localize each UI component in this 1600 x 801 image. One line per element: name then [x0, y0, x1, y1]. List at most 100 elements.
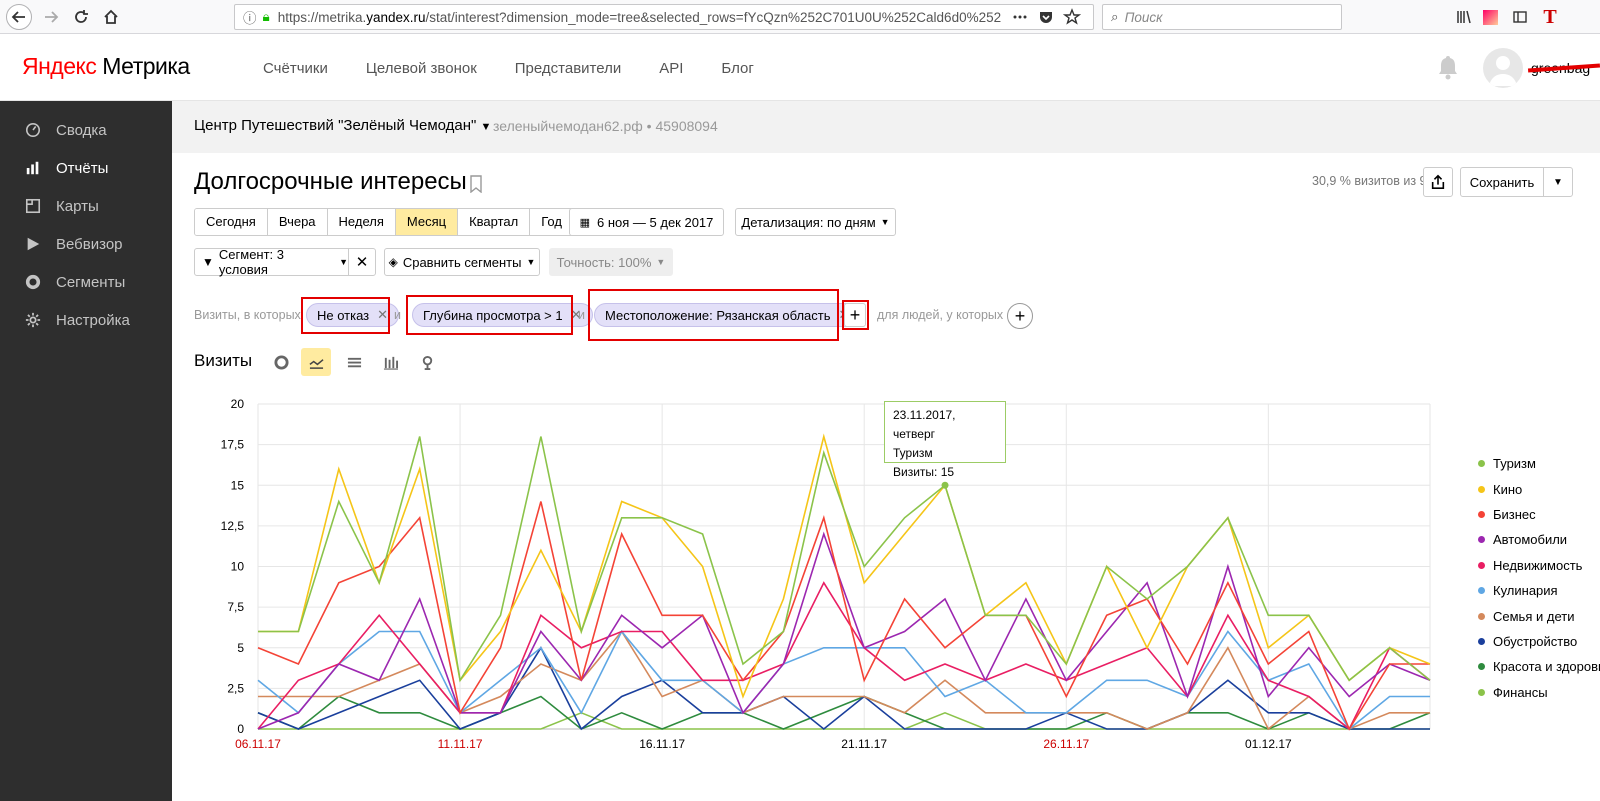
- tooltip-series: Туризм: [893, 446, 933, 460]
- counter-selector[interactable]: Центр Путешествий "Зелёный Чемодан" ▼: [194, 117, 491, 134]
- period-quarter[interactable]: Квартал: [458, 209, 531, 235]
- legend-item[interactable]: Бизнес: [1478, 502, 1600, 527]
- legend-dot: [1478, 510, 1485, 518]
- page-title: Долгосрочные интересы: [194, 168, 467, 195]
- lock-icon: 🔒︎: [262, 9, 270, 24]
- sidebar-item-maps[interactable]: Карты: [0, 187, 172, 225]
- date-range-label: 6 ноя — 5 дек 2017: [597, 214, 714, 230]
- counter-name: Центр Путешествий "Зелёный Чемодан": [194, 117, 477, 134]
- save-button[interactable]: Сохранить: [1460, 167, 1544, 197]
- legend-label: Красота и здоровье: [1493, 659, 1600, 675]
- app-header: Яндекс Метрика Счётчики Целевой звонок П…: [0, 34, 1600, 101]
- add-people-condition-button[interactable]: +: [1007, 303, 1033, 329]
- detail-dropdown[interactable]: Детализация: по дням ▼: [735, 208, 896, 236]
- browser-toolbar: ⓘ 🔒︎ https://metrika. yandex.ru/stat/inte…: [0, 0, 1600, 34]
- legend-item[interactable]: Семья и дети: [1478, 603, 1600, 628]
- legend-dot: [1478, 460, 1485, 468]
- avatar[interactable]: [1483, 48, 1523, 88]
- legend-label: Обустройство: [1493, 633, 1578, 649]
- detail-label: Детализация: по дням: [741, 214, 876, 230]
- legend-item[interactable]: Автомобили: [1478, 527, 1600, 552]
- search-placeholder: Поиск: [1124, 9, 1163, 25]
- period-year[interactable]: Год: [530, 209, 573, 235]
- nav-counters[interactable]: Счётчики: [263, 60, 328, 77]
- sidebar-item-segments[interactable]: Сегменты: [0, 263, 172, 301]
- bookmark-icon[interactable]: [469, 175, 483, 194]
- filter-icon: ▼: [202, 255, 214, 269]
- save-options-button[interactable]: ▼: [1543, 167, 1573, 197]
- accuracy-dropdown[interactable]: Точность: 100% ▼: [549, 248, 673, 276]
- reload-icon[interactable]: [68, 4, 94, 30]
- accuracy-label: Точность: 100%: [556, 254, 652, 270]
- library-icon[interactable]: [1454, 4, 1474, 30]
- legend-label: Финансы: [1493, 684, 1548, 700]
- column-chart-icon[interactable]: [375, 348, 405, 376]
- tooltip-date: 23.11.2017, четверг: [893, 408, 956, 441]
- chevron-down-icon: ▼: [1553, 176, 1563, 188]
- legend-item[interactable]: Кулинария: [1478, 578, 1600, 603]
- filter-and: и: [394, 308, 401, 322]
- search-input[interactable]: ⌕ Поиск: [1102, 4, 1342, 30]
- date-range-button[interactable]: ▦ 6 ноя — 5 дек 2017: [569, 208, 724, 236]
- sidebar: Сводка Отчёты Карты Вебвизор Сегменты На…: [0, 101, 172, 801]
- chart-legend: Туризм Кино Бизнес Автомобили Недвижимость Ку…: [1478, 451, 1600, 705]
- info-icon[interactable]: ⓘ: [243, 7, 257, 27]
- period-month[interactable]: Месяц: [395, 209, 459, 235]
- nav-representatives[interactable]: Представители: [515, 60, 621, 77]
- period-today[interactable]: Сегодня: [195, 209, 268, 235]
- t-extension-icon[interactable]: T: [1540, 4, 1560, 30]
- sidebar-item-label: Карты: [56, 197, 99, 215]
- legend-label: Семья и дети: [1493, 608, 1575, 624]
- forward-arrow-icon[interactable]: [38, 4, 64, 30]
- export-icon: [1431, 174, 1445, 190]
- bookmark-star-icon[interactable]: [1062, 4, 1082, 30]
- sidebar-item-settings[interactable]: Настройка: [0, 301, 172, 339]
- clear-segment-button[interactable]: ✕: [348, 248, 376, 276]
- legend-item[interactable]: Красота и здоровье: [1478, 654, 1600, 679]
- pie-chart-icon[interactable]: [266, 348, 296, 376]
- legend-label: Недвижимость: [1493, 557, 1583, 573]
- sidebar-toggle-icon[interactable]: [1510, 4, 1530, 30]
- nav-api[interactable]: API: [659, 60, 683, 77]
- highlight-box: [406, 295, 573, 335]
- sidebar-item-reports[interactable]: Отчёты: [0, 149, 172, 187]
- nav-target-call[interactable]: Целевой звонок: [366, 60, 477, 77]
- home-icon[interactable]: [98, 4, 124, 30]
- export-button[interactable]: [1423, 167, 1453, 197]
- yandex-metrika-logo[interactable]: Яндекс Метрика: [22, 53, 190, 80]
- legend-item[interactable]: Кино: [1478, 476, 1600, 501]
- legend-label: Автомобили: [1493, 532, 1568, 548]
- counter-bar: Центр Путешествий "Зелёный Чемодан" ▼ зе…: [172, 101, 1600, 153]
- compare-segments-button[interactable]: ◈ Сравнить сегменты ▼: [384, 248, 540, 276]
- sidebar-item-webvisor[interactable]: Вебвизор: [0, 225, 172, 263]
- legend-item[interactable]: Обустройство: [1478, 629, 1600, 654]
- legend-item[interactable]: Финансы: [1478, 680, 1600, 705]
- bell-icon[interactable]: [1437, 54, 1459, 80]
- legend-item[interactable]: Недвижимость: [1478, 553, 1600, 578]
- segment-dropdown[interactable]: ▼ Сегмент: 3 условия ▼: [194, 247, 349, 277]
- back-arrow-icon[interactable]: [6, 4, 32, 30]
- filter-people: для людей, у которых: [877, 308, 1004, 322]
- map-pin-icon[interactable]: [412, 348, 442, 376]
- url-bar[interactable]: ⓘ 🔒︎ https://metrika. yandex.ru/stat/inte…: [234, 4, 1094, 30]
- legend-label: Туризм: [1493, 456, 1536, 472]
- sidebar-item-label: Сводка: [56, 121, 107, 139]
- period-week[interactable]: Неделя: [327, 209, 396, 235]
- legend-item[interactable]: Туризм: [1478, 451, 1600, 476]
- legend-dot: [1478, 561, 1485, 569]
- sidebar-item-summary[interactable]: Сводка: [0, 111, 172, 149]
- period-yesterday[interactable]: Вчера: [267, 209, 328, 235]
- compare-icon: ◈: [388, 255, 398, 269]
- legend-dot: [1478, 637, 1485, 645]
- chevron-down-icon: ▼: [480, 121, 492, 133]
- pocket-icon[interactable]: [1036, 4, 1056, 30]
- legend-label: Бизнес: [1493, 506, 1536, 522]
- area-chart-icon[interactable]: [339, 348, 369, 376]
- line-chart-icon[interactable]: [301, 348, 331, 376]
- logo-metrika: Метрика: [96, 53, 190, 79]
- play-icon: [24, 235, 42, 253]
- extension-gradient-icon[interactable]: [1480, 4, 1500, 30]
- chevron-down-icon: ▼: [656, 257, 666, 267]
- page-actions-icon[interactable]: [1010, 4, 1030, 30]
- nav-blog[interactable]: Блог: [721, 60, 753, 77]
